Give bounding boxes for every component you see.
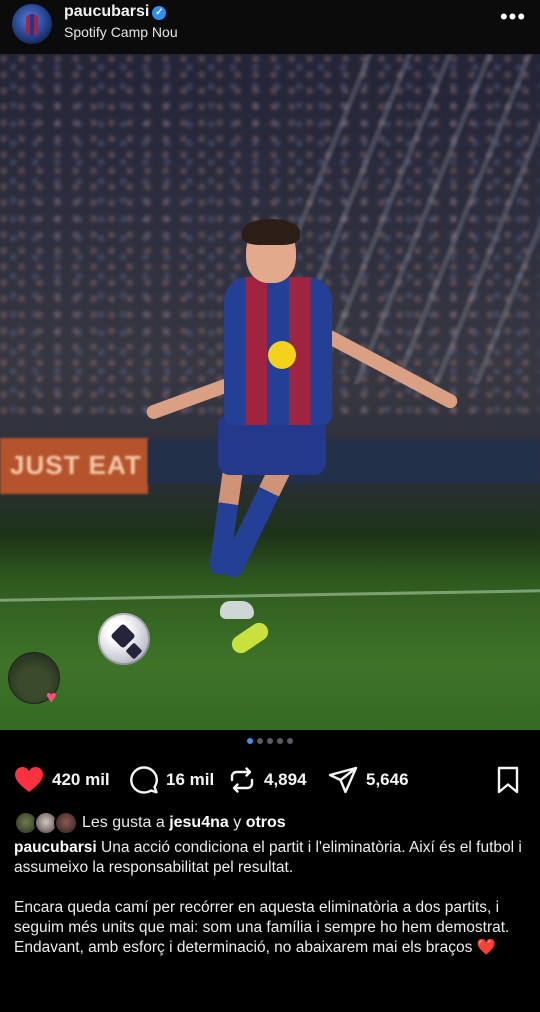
football-player xyxy=(120,219,500,657)
player-boot-left xyxy=(220,601,254,619)
post-caption: paucubarsi Una acció condiciona el parti… xyxy=(14,838,528,958)
player-shorts xyxy=(218,417,326,475)
liker-avatars xyxy=(14,811,78,835)
more-options-icon[interactable]: ••• xyxy=(498,6,528,32)
profile-avatar[interactable] xyxy=(12,4,52,44)
like-button[interactable]: 420 mil xyxy=(14,760,110,800)
comment-button[interactable]: 16 mil xyxy=(130,760,214,800)
red-heart-emoji: ❤️ xyxy=(476,939,496,956)
player-boot-right xyxy=(228,619,272,657)
carousel-dot-active xyxy=(247,738,253,744)
caption-username[interactable]: paucubarsi xyxy=(14,839,97,856)
liked-by-row[interactable]: Les gusta a jesu4na y otros xyxy=(14,810,286,836)
post-image[interactable]: JUST EAT ♥ xyxy=(0,54,540,730)
location-link[interactable]: Spotify Camp Nou xyxy=(64,24,178,40)
jersey-sponsor-logo xyxy=(268,341,296,369)
repost-button[interactable]: 4,894 xyxy=(228,760,307,800)
repost-count: 4,894 xyxy=(264,770,307,789)
comment-count: 16 mil xyxy=(166,770,215,789)
carousel-dots xyxy=(0,738,540,750)
carousel-dot xyxy=(257,738,263,744)
save-button[interactable] xyxy=(496,760,520,800)
repost-icon xyxy=(230,767,254,793)
heart-icon xyxy=(15,767,43,792)
username[interactable]: paucubarsi ✓ xyxy=(64,3,167,21)
liked-by-user[interactable]: jesu4na xyxy=(169,814,229,832)
player-hair xyxy=(242,219,300,245)
send-icon xyxy=(328,766,358,794)
carousel-dot xyxy=(277,738,283,744)
caption-line-3: Endavant, amb esforç i determinació, no … xyxy=(14,939,473,956)
player-arm-right xyxy=(320,327,460,411)
carousel-dot xyxy=(287,738,293,744)
verified-badge-icon: ✓ xyxy=(152,6,167,20)
liked-by-others[interactable]: otros xyxy=(246,814,286,832)
share-count: 5,646 xyxy=(366,770,409,789)
carousel-dot xyxy=(267,738,273,744)
post-header: paucubarsi ✓ Spotify Camp Nou ••• xyxy=(0,0,540,54)
liked-by-connector: y xyxy=(233,814,242,831)
football-ball xyxy=(98,613,150,665)
caption-line-2: Encara queda camí per recórrer en aquest… xyxy=(14,899,510,936)
comment-icon xyxy=(130,766,158,794)
share-button[interactable]: 5,646 xyxy=(328,760,409,800)
heart-icon: ♥ xyxy=(46,687,57,707)
like-count: 420 mil xyxy=(52,770,110,789)
liked-by-prefix: Les gusta a xyxy=(82,814,165,831)
liker-avatar xyxy=(54,811,78,835)
bookmark-icon xyxy=(497,766,519,794)
action-bar: 420 mil 16 mil 4,894 5,646 xyxy=(0,760,540,800)
